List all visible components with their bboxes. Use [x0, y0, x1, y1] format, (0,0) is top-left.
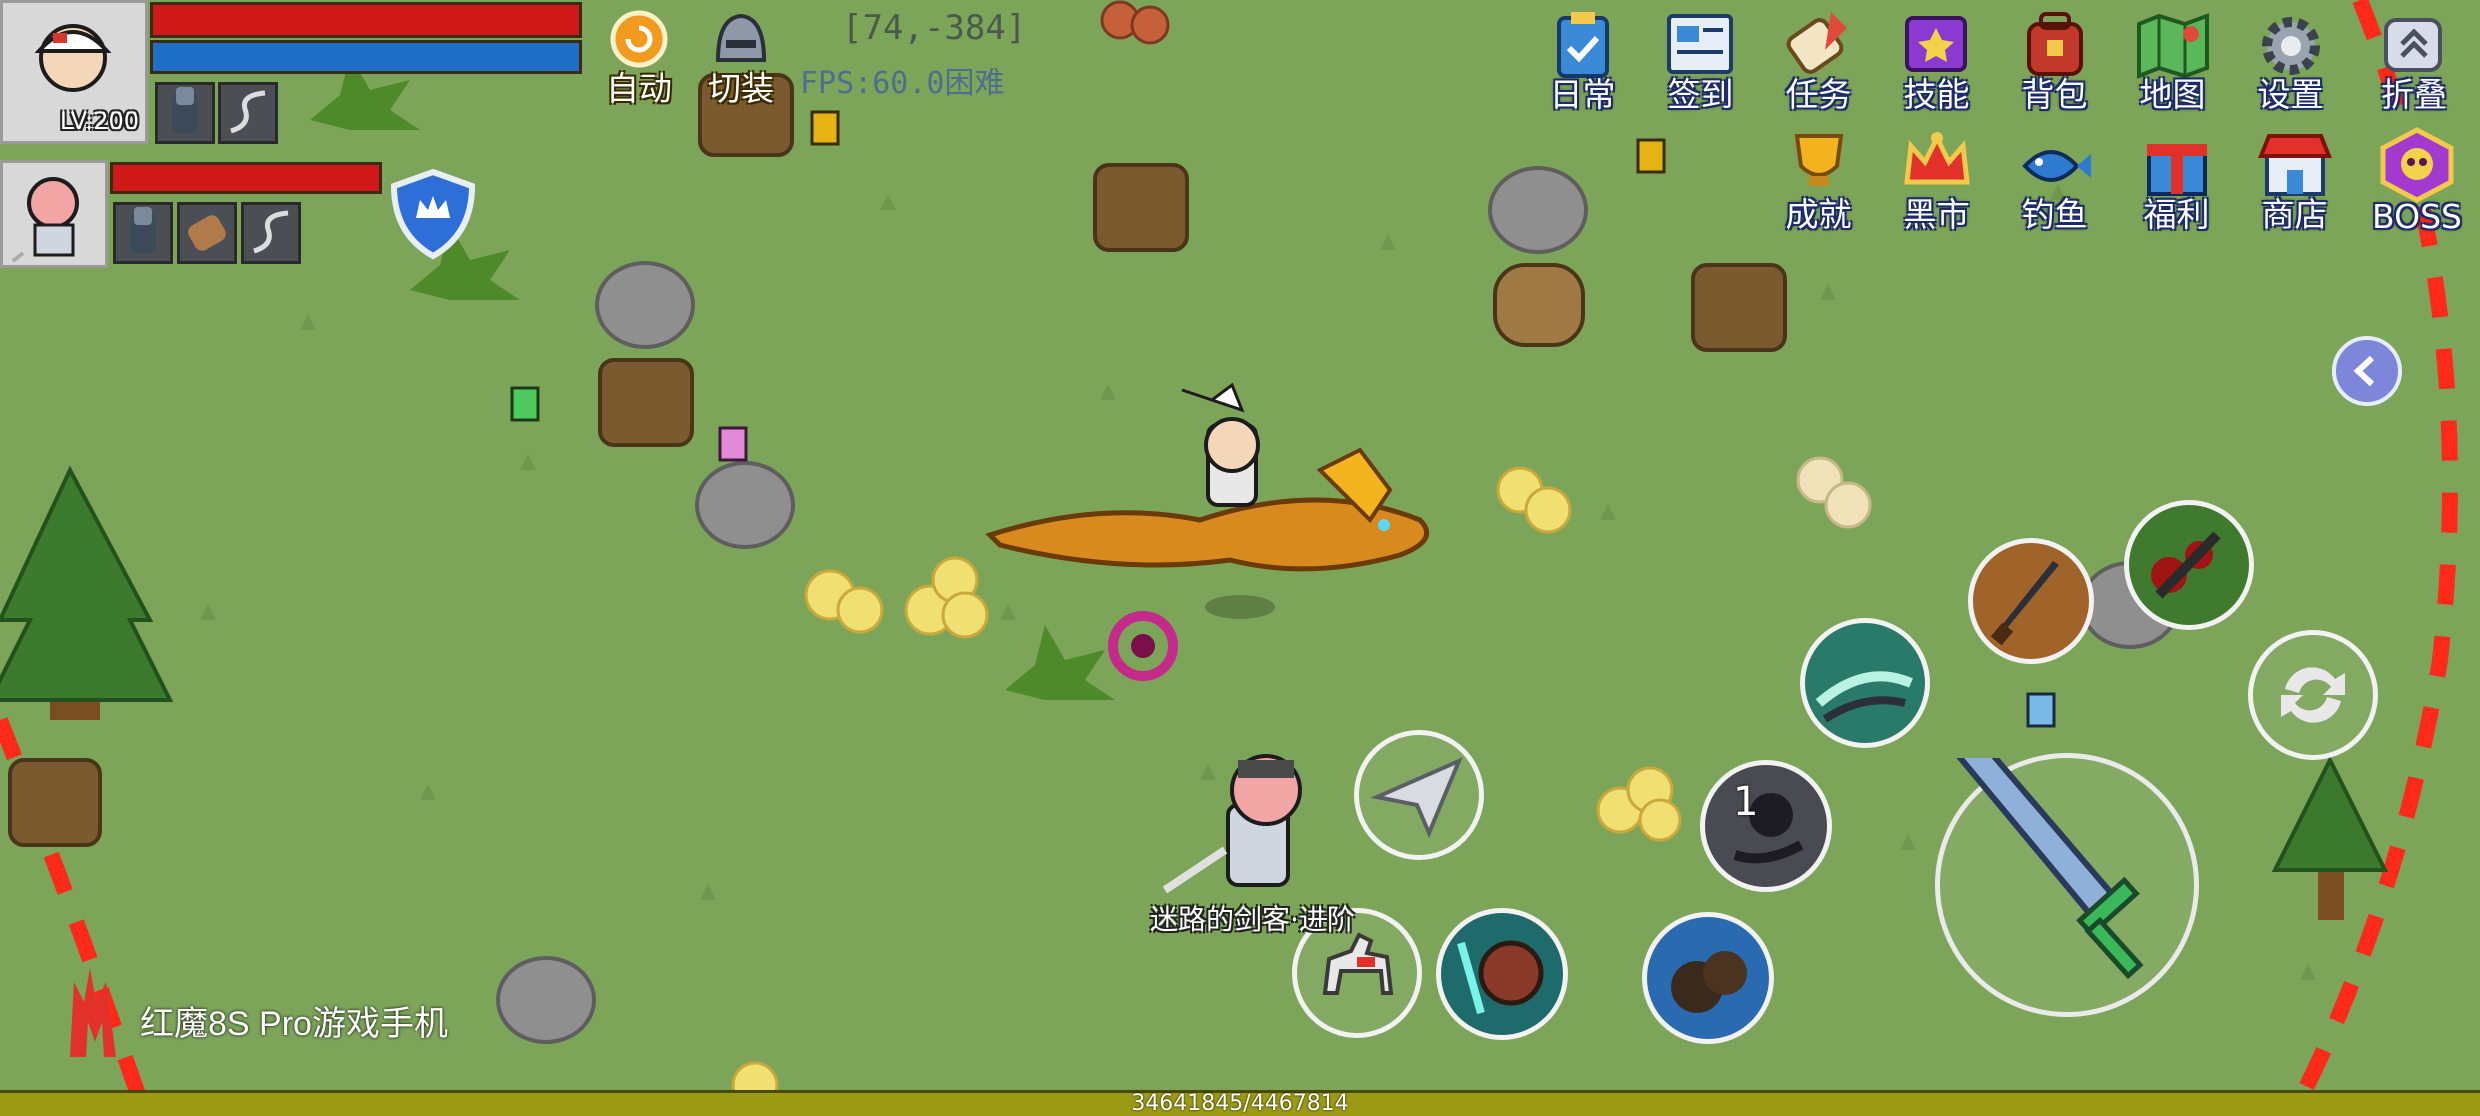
- skill-boulder-button[interactable]: [1642, 912, 1774, 1044]
- whip-icon: [253, 210, 289, 254]
- side-panel-toggle-button[interactable]: [2332, 336, 2402, 406]
- wind-slash-icon: [1815, 671, 1913, 723]
- menu-quest-label: 任务: [1785, 75, 1852, 114]
- refresh-icon: [2281, 667, 2345, 723]
- auto-label: 自动: [606, 69, 672, 108]
- menu-boss-label: BOSS: [2372, 197, 2462, 236]
- redmagic-logo-icon: [70, 968, 116, 1057]
- dagger-icon: [1990, 561, 2059, 646]
- shadow-warrior-icon: [1733, 793, 1804, 864]
- menu-blackmarket-button[interactable]: 黑市: [1884, 126, 1989, 236]
- player-hp-bar: [150, 2, 582, 38]
- menu-daily-button[interactable]: 日常: [1530, 6, 1635, 116]
- menu-blackmarket-label: 黑市: [1903, 195, 1970, 234]
- red-mushrooms: [1100, 0, 1170, 45]
- menu-achievement-label: 成就: [1785, 195, 1852, 234]
- crown-shield-icon: [390, 168, 476, 260]
- spirit-guard-icon: [1457, 940, 1544, 1015]
- skill-wind-slash-button[interactable]: [1800, 618, 1930, 748]
- skill-switch-target-button[interactable]: [2248, 630, 2378, 760]
- fps-difficulty-readout: FPS:60.0困难: [800, 66, 1005, 101]
- skill-dagger-button[interactable]: [1968, 538, 2094, 664]
- menu-fishing-button[interactable]: 钓鱼: [2002, 126, 2107, 236]
- player-level: LV:200: [59, 107, 139, 135]
- boss-skull-icon: [2380, 127, 2454, 203]
- player-avatar-icon: [34, 24, 112, 92]
- coordinates-readout: [74,-384]: [842, 8, 1027, 48]
- companion-hp-bar: [110, 162, 382, 194]
- menu-achievement-button[interactable]: 成就: [1766, 126, 1871, 236]
- sword-icon: [1946, 736, 2144, 980]
- companion-weapon-slot[interactable]: [177, 202, 237, 264]
- menu-boss-button[interactable]: BOSS: [2364, 126, 2470, 236]
- chevron-left-icon: [2353, 355, 2375, 387]
- menu-map-button[interactable]: 地图: [2120, 6, 2225, 116]
- npc-name-label: 迷路的剑客·进阶: [1150, 903, 1355, 936]
- menu-fishing-label: 钓鱼: [2021, 195, 2088, 234]
- scroll-icon: [188, 215, 226, 251]
- companion-avatar-icon: [11, 177, 79, 263]
- auto-play-icon: [610, 10, 668, 68]
- skill-dash-button[interactable]: [1354, 730, 1484, 860]
- menu-welfare-button[interactable]: 福利: [2124, 126, 2229, 236]
- menu-map-label: 地图: [2139, 75, 2206, 114]
- menu-skills-label: 技能: [1903, 75, 1970, 114]
- bloody-axe-icon: [2151, 531, 2221, 599]
- menu-daily-label: 日常: [1549, 75, 1616, 114]
- menu-bag-label: 背包: [2021, 75, 2088, 114]
- switch-equip-button[interactable]: 切装: [700, 10, 782, 108]
- menu-bag-button[interactable]: 背包: [2002, 6, 2107, 116]
- boulder-icon: [1671, 951, 1747, 1013]
- helmet-icon: [715, 13, 767, 62]
- menu-welfare-label: 福利: [2143, 195, 2210, 234]
- player-portrait[interactable]: LV:200: [0, 0, 148, 144]
- auto-button[interactable]: 自动: [598, 10, 680, 108]
- skill-blood-axe-button[interactable]: [2124, 500, 2254, 630]
- switch-equip-label: 切装: [708, 69, 774, 108]
- menu-signin-label: 签到: [1667, 75, 1734, 114]
- whip-icon: [230, 90, 266, 134]
- equipped-whip-slot[interactable]: [218, 82, 278, 144]
- knight-icon: [172, 87, 198, 133]
- paper-plane-icon: [1370, 757, 1463, 839]
- menu-shop-button[interactable]: 商店: [2242, 126, 2347, 236]
- equipped-armor-slot[interactable]: [155, 82, 215, 144]
- device-watermark: 红魔8S Pro游戏手机: [140, 1005, 448, 1043]
- skill-shadow-strike-button[interactable]: 1: [1700, 760, 1832, 892]
- guild-shield-button[interactable]: [388, 168, 478, 260]
- menu-settings-label: 设置: [2257, 75, 2324, 114]
- skill-cooldown-count: 1: [1733, 779, 1759, 825]
- menu-skills-button[interactable]: 技能: [1884, 6, 1989, 116]
- knight-icon: [130, 207, 156, 253]
- menu-collapse-label: 折叠: [2381, 75, 2447, 114]
- attack-button[interactable]: [1935, 736, 2199, 1017]
- menu-quest-button[interactable]: 任务: [1766, 6, 1871, 116]
- menu-collapse-button[interactable]: 折叠: [2364, 6, 2464, 116]
- experience-bar: 34641845/4467814: [0, 1090, 2480, 1116]
- companion-portrait[interactable]: [0, 160, 108, 268]
- player-mp-bar: [150, 40, 582, 74]
- companion-armor-slot[interactable]: [113, 202, 173, 264]
- menu-settings-button[interactable]: 设置: [2238, 6, 2343, 116]
- experience-text: 34641845/4467814: [1131, 1091, 1349, 1116]
- menu-signin-button[interactable]: 签到: [1648, 6, 1753, 116]
- companion-whip-slot[interactable]: [241, 202, 301, 264]
- menu-shop-label: 商店: [2261, 195, 2328, 234]
- skill-spirit-guard-button[interactable]: [1436, 908, 1568, 1040]
